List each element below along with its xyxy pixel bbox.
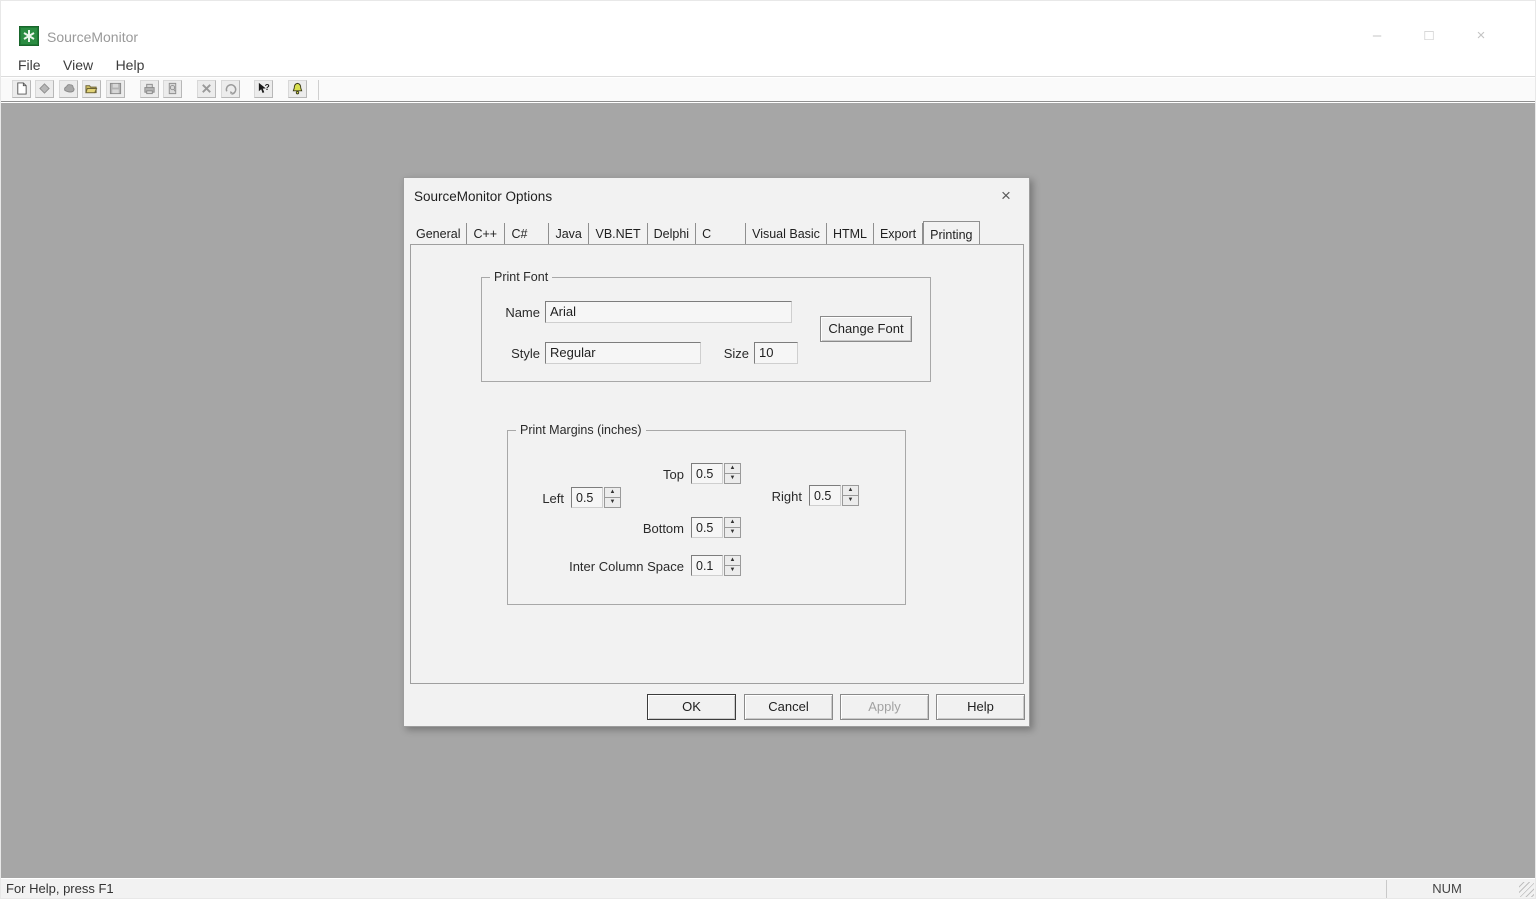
delete-x-icon xyxy=(200,82,213,95)
tab-html[interactable]: HTML xyxy=(827,223,874,244)
resize-grip[interactable] xyxy=(1519,882,1534,897)
close-button[interactable]: × xyxy=(1455,25,1507,47)
margin-right-value[interactable]: 0.5 xyxy=(809,485,841,506)
delete-button xyxy=(197,80,216,98)
margin-bottom-value[interactable]: 0.5 xyxy=(691,517,723,538)
help-pointer-icon: ? xyxy=(257,82,270,95)
menu-view[interactable]: View xyxy=(54,56,102,74)
font-size-label: Size xyxy=(715,346,749,361)
tab-java[interactable]: Java xyxy=(549,223,589,244)
margin-top-value[interactable]: 0.5 xyxy=(691,463,723,484)
margin-left-label: Left xyxy=(508,491,564,506)
change-font-button[interactable]: Change Font xyxy=(820,316,912,342)
margin-bottom-spinner: 0.5 ▲ ▼ xyxy=(691,517,741,538)
printer-icon xyxy=(143,82,156,95)
diamond-icon xyxy=(38,82,51,95)
print-preview-button xyxy=(163,80,182,98)
diamond-shape-button xyxy=(35,80,54,98)
menu-file[interactable]: File xyxy=(9,56,50,74)
dialog-close-icon[interactable]: × xyxy=(995,185,1017,207)
tab-csharp[interactable]: C# xyxy=(505,223,549,244)
print-margins-legend: Print Margins (inches) xyxy=(516,423,646,437)
chart-blob-button xyxy=(59,80,78,98)
tab-vbnet[interactable]: VB.NET xyxy=(589,223,647,244)
print-font-legend: Print Font xyxy=(490,270,552,284)
tab-visual-basic[interactable]: Visual Basic xyxy=(746,223,827,244)
margin-top-spinner: 0.5 ▲ ▼ xyxy=(691,463,741,484)
save-disk-icon xyxy=(109,82,122,95)
margin-bottom-label: Bottom xyxy=(618,521,684,536)
spin-down-button[interactable]: ▼ xyxy=(724,566,741,576)
options-dialog: SourceMonitor Options × General C++ C# J… xyxy=(403,177,1030,727)
context-help-button[interactable]: ? xyxy=(254,80,273,98)
alarm-bell-icon xyxy=(291,82,304,95)
spin-up-button[interactable]: ▲ xyxy=(724,517,741,528)
tab-export[interactable]: Export xyxy=(874,223,923,244)
print-margins-group: Print Margins (inches) Top 0.5 ▲ ▼ Left … xyxy=(507,430,906,605)
redo-arrow-icon xyxy=(224,82,237,95)
cancel-button[interactable]: Cancel xyxy=(744,694,833,720)
title-bar: SourceMonitor – □ × xyxy=(1,1,1535,56)
svg-text:?: ? xyxy=(265,82,270,92)
font-name-label: Name xyxy=(482,305,540,320)
spin-up-button[interactable]: ▲ xyxy=(724,555,741,566)
status-bar: For Help, press F1 NUM xyxy=(1,878,1535,898)
minimize-button[interactable]: – xyxy=(1351,25,1403,47)
spin-down-button[interactable]: ▼ xyxy=(724,528,741,538)
new-document-icon xyxy=(15,82,28,95)
window-controls: – □ × xyxy=(1351,25,1507,47)
spin-up-button[interactable]: ▲ xyxy=(604,487,621,498)
tab-cpp[interactable]: C++ xyxy=(467,223,505,244)
margin-right-label: Right xyxy=(748,489,802,504)
toolbar-separator xyxy=(318,80,319,100)
menu-bar: File View Help xyxy=(1,56,1535,77)
tab-delphi[interactable]: Delphi xyxy=(648,223,696,244)
toolbar: ? xyxy=(1,78,1535,102)
new-document-button[interactable] xyxy=(12,80,31,98)
status-help-text: For Help, press F1 xyxy=(6,881,114,896)
tab-printing[interactable]: Printing xyxy=(923,221,979,244)
inter-column-space-value[interactable]: 0.1 xyxy=(691,555,723,576)
margin-left-spinner: 0.5 ▲ ▼ xyxy=(571,487,621,508)
chart-blob-icon xyxy=(62,82,75,95)
options-tab-strip: General C++ C# Java VB.NET Delphi C Visu… xyxy=(410,223,980,244)
spin-down-button[interactable]: ▼ xyxy=(724,474,741,484)
dialog-title: SourceMonitor Options xyxy=(414,189,552,204)
spin-down-button[interactable]: ▼ xyxy=(842,496,859,506)
maximize-button[interactable]: □ xyxy=(1403,25,1455,47)
spin-up-button[interactable]: ▲ xyxy=(724,463,741,474)
num-lock-indicator: NUM xyxy=(1387,881,1507,896)
save-button xyxy=(106,80,125,98)
font-size-field[interactable]: 10 xyxy=(754,342,798,364)
help-button[interactable]: Help xyxy=(936,694,1025,720)
spin-up-button[interactable]: ▲ xyxy=(842,485,859,496)
open-folder-button[interactable] xyxy=(82,80,101,98)
font-name-field[interactable]: Arial xyxy=(545,301,792,323)
window-title: SourceMonitor xyxy=(47,29,138,45)
inter-column-space-spinner: 0.1 ▲ ▼ xyxy=(691,555,741,576)
print-button xyxy=(140,80,159,98)
printing-tab-page: Print Font Name Arial Style Regular Size… xyxy=(410,244,1024,684)
application-window: SourceMonitor – □ × File View Help xyxy=(0,0,1536,899)
app-logo-icon xyxy=(19,26,39,46)
print-font-group: Print Font Name Arial Style Regular Size… xyxy=(481,277,931,382)
tab-general[interactable]: General xyxy=(410,223,467,244)
redo-button xyxy=(221,80,240,98)
ok-button[interactable]: OK xyxy=(647,694,736,720)
margin-top-label: Top xyxy=(646,467,684,482)
apply-button: Apply xyxy=(840,694,929,720)
inter-column-space-label: Inter Column Space xyxy=(544,559,684,574)
font-style-field[interactable]: Regular xyxy=(545,342,701,364)
font-style-label: Style xyxy=(482,346,540,361)
margin-right-spinner: 0.5 ▲ ▼ xyxy=(809,485,859,506)
spin-down-button[interactable]: ▼ xyxy=(604,498,621,508)
preview-page-icon xyxy=(166,82,179,95)
menu-help[interactable]: Help xyxy=(107,56,154,74)
margin-left-value[interactable]: 0.5 xyxy=(571,487,603,508)
open-folder-icon xyxy=(85,82,98,95)
tab-c[interactable]: C xyxy=(696,223,746,244)
alarm-bell-button[interactable] xyxy=(288,80,307,98)
